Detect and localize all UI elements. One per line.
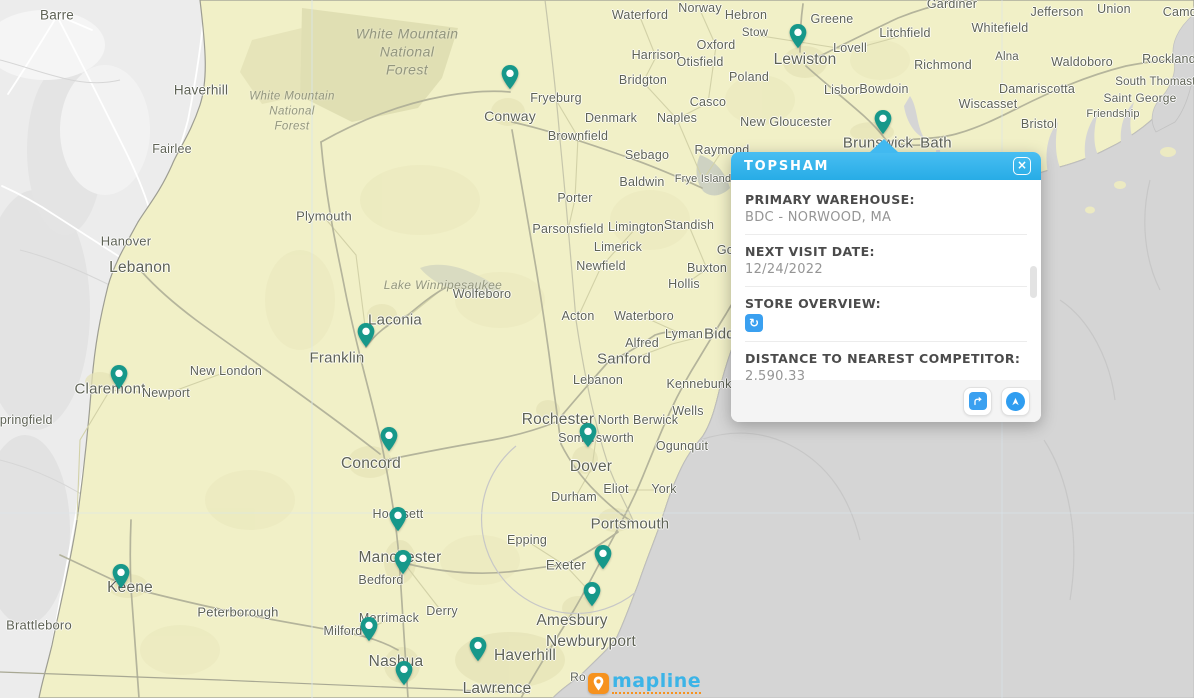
navigate-button[interactable] (1001, 387, 1030, 416)
map-pin[interactable] (789, 23, 808, 49)
share-button[interactable] (963, 387, 992, 416)
map-pin-icon (789, 23, 808, 49)
popup-footer (731, 380, 1041, 422)
map-pin-icon (594, 544, 613, 570)
popup-scrollbar[interactable] (1030, 266, 1037, 298)
map-pin[interactable] (579, 422, 598, 448)
popup-body: PRIMARY WAREHOUSE: BDC - NORWOOD, MA NEX… (731, 180, 1041, 380)
map-pin-icon (501, 64, 520, 90)
visit-date-value: 12/24/2022 (745, 262, 1027, 277)
mapline-logo-text: mapline (612, 672, 701, 694)
map-pin-icon (583, 581, 602, 607)
map-pin[interactable] (360, 616, 379, 642)
map-pin-icon (110, 364, 129, 390)
visit-date-label: NEXT VISIT DATE: (745, 244, 1027, 259)
store-overview-link-icon[interactable]: ↻ (745, 314, 763, 332)
map-pin-icon (874, 109, 893, 135)
popup-pointer (869, 139, 899, 153)
map-pin[interactable] (874, 109, 893, 135)
map-pin[interactable] (380, 426, 399, 452)
location-popup: TOPSHAM × PRIMARY WAREHOUSE: BDC - NORWO… (731, 152, 1041, 422)
mapline-pin-icon (588, 673, 609, 694)
store-overview-label: STORE OVERVIEW: (745, 296, 1027, 311)
map-pin[interactable] (395, 660, 414, 686)
map-pin[interactable] (389, 506, 408, 532)
divider (745, 341, 1027, 342)
map-pin-icon (112, 563, 131, 589)
map-pin[interactable] (357, 322, 376, 348)
map-pin[interactable] (594, 544, 613, 570)
warehouse-value: BDC - NORWOOD, MA (745, 210, 1027, 225)
map-pin-icon (469, 636, 488, 662)
share-icon (969, 392, 987, 410)
map-pin-icon (360, 616, 379, 642)
map-canvas[interactable]: Barre Haverhill Fairlee Hanover Lebanon … (0, 0, 1194, 698)
divider (745, 234, 1027, 235)
mapline-logo[interactable]: mapline (588, 672, 701, 694)
map-pin-icon (380, 426, 399, 452)
map-pin[interactable] (394, 549, 413, 575)
warehouse-label: PRIMARY WAREHOUSE: (745, 192, 1027, 207)
map-pin-icon (579, 422, 598, 448)
map-pin[interactable] (112, 563, 131, 589)
divider (745, 286, 1027, 287)
map-pin-icon (357, 322, 376, 348)
map-pin-icon (394, 549, 413, 575)
map-pin[interactable] (501, 64, 520, 90)
close-icon[interactable]: × (1013, 157, 1031, 175)
map-pin[interactable] (583, 581, 602, 607)
distance-value: 2,590.33 (745, 369, 1027, 380)
map-pin-icon (395, 660, 414, 686)
distance-label: DISTANCE TO NEAREST COMPETITOR: (745, 351, 1027, 366)
map-pin-icon (389, 506, 408, 532)
popup-header: TOPSHAM × (731, 152, 1041, 180)
navigate-icon (1006, 392, 1025, 411)
map-pin[interactable] (469, 636, 488, 662)
map-pin[interactable] (110, 364, 129, 390)
popup-title: TOPSHAM (744, 159, 829, 174)
